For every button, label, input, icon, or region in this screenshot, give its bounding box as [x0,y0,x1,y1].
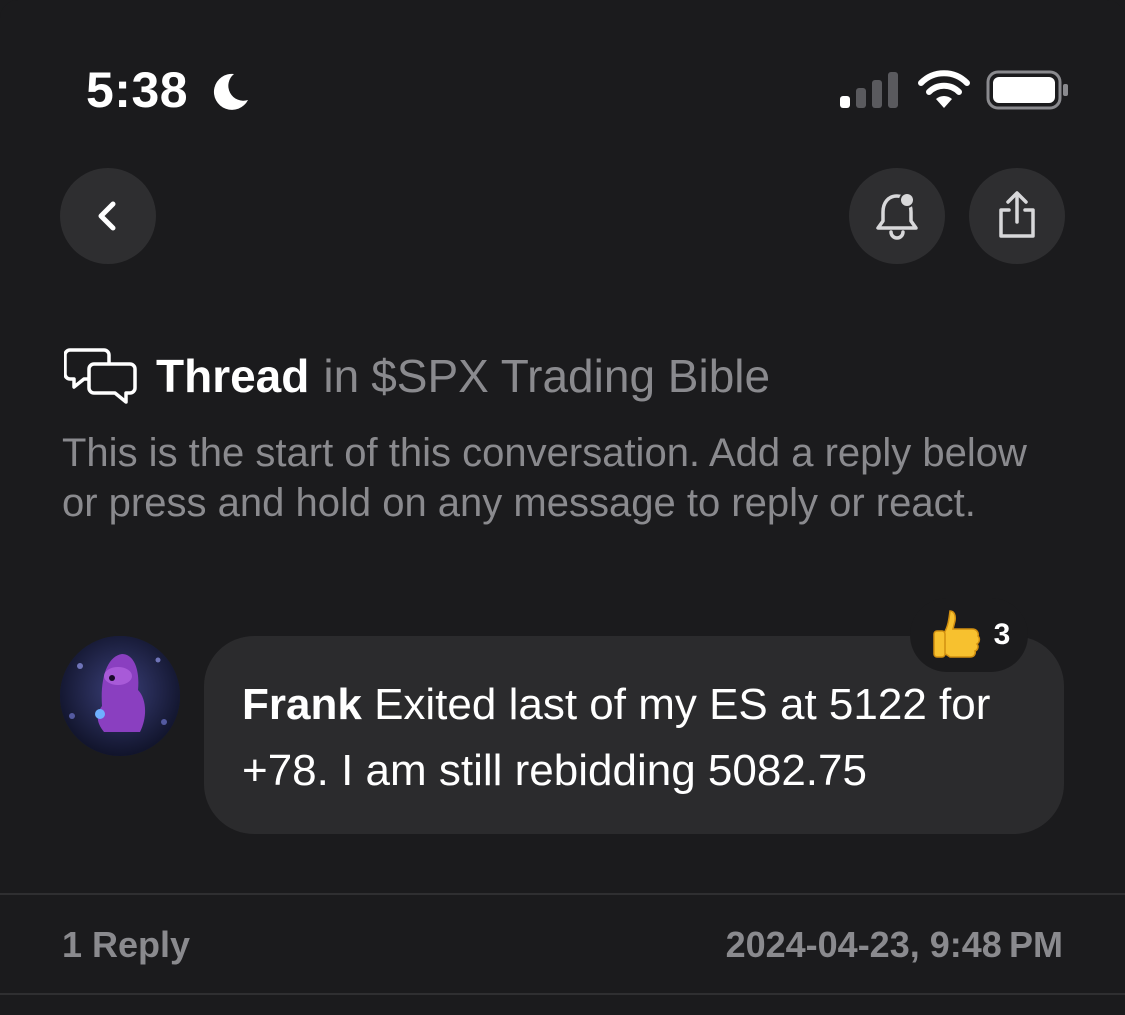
share-button[interactable] [969,168,1065,264]
message-timestamp: 2024-04-23, 9:48 PM [725,924,1063,965]
thread-bubbles-icon [64,348,137,404]
cellular-signal-icon [840,72,898,108]
message-author[interactable]: Frank [242,680,362,729]
avatar[interactable] [60,636,180,756]
status-time: 5:38 [86,62,189,118]
channel-name-link[interactable]: $SPX Trading Bible [371,349,770,403]
divider [0,893,1125,895]
divider [0,993,1125,995]
chevron-left-icon [98,201,116,231]
bell-icon [876,192,918,240]
back-button[interactable] [60,168,156,264]
moon-icon [213,73,248,110]
battery-icon [986,70,1068,110]
reaction-count: 3 [993,618,1011,651]
message-text: Frank Exited last of my ES at 5122 for +… [242,672,1042,804]
avatar-image [60,636,180,756]
notification-settings-button[interactable] [849,168,945,264]
thread-intro-text: This is the start of this conversation. … [62,431,1027,525]
wifi-icon [918,70,970,108]
thread-in-label: in [323,350,360,402]
share-icon [999,191,1035,238]
thread-header: Thread in $SPX Trading Bible [64,344,770,408]
reaction-chip[interactable]: 3 [910,598,1028,672]
reply-count: 1 Reply [62,924,191,965]
thumbs-up-icon [932,610,980,658]
thread-title: Thread [156,350,310,402]
thread-screen: 5:38 Thread in $SPX Trading Bible This i… [0,0,1125,1015]
